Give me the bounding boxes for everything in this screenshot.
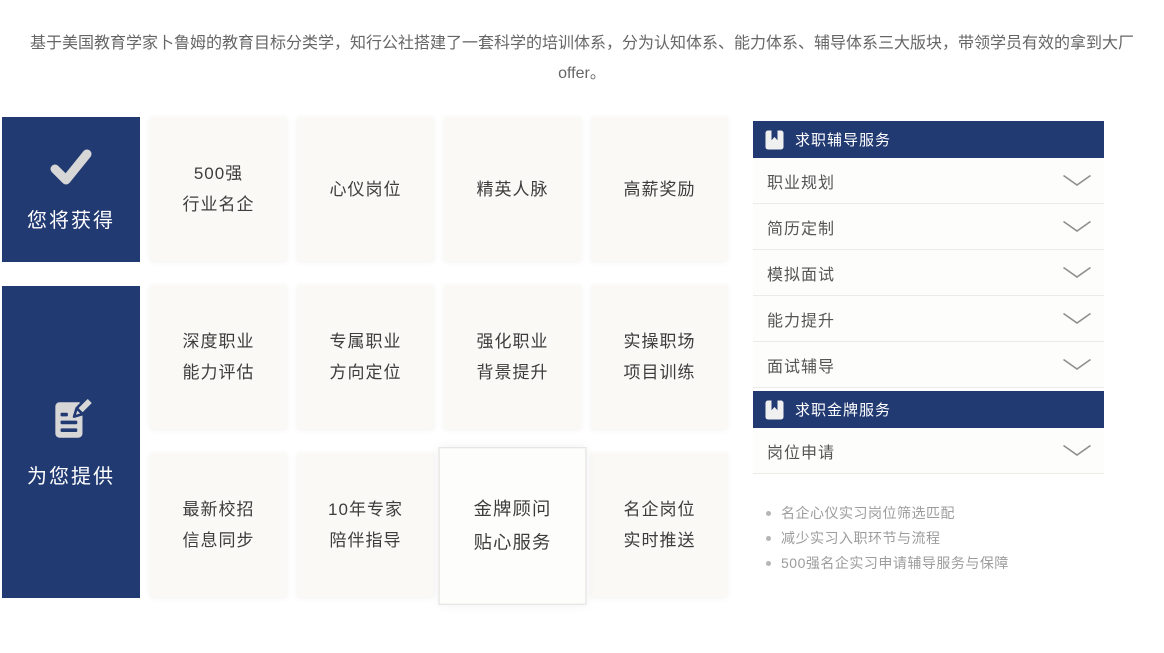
panel-label: 为您提供 <box>27 460 115 489</box>
section-header-gold-services: 求职金牌服务 <box>753 391 1104 428</box>
chevron-down-icon <box>1062 358 1092 371</box>
feature-bullet: 名企心仪实习岗位筛选匹配 <box>766 501 1104 526</box>
benefit-card-label: 强化职业 背景提升 <box>477 326 549 388</box>
benefit-card: 实操职场 项目训练 <box>591 285 728 429</box>
benefit-card: 强化职业 背景提升 <box>444 285 581 429</box>
left-label-column: 您将获得 为您提供 <box>2 117 140 598</box>
benefit-card-highlighted: 金牌顾问 贴心服务 <box>439 447 587 605</box>
chevron-down-icon <box>1062 220 1092 233</box>
chevron-down-icon <box>1062 266 1092 279</box>
benefit-card-grid: 500强 行业名企 心仪岗位 精英人脉 高薪奖励 深度职业 能力评估 专属职业 … <box>150 117 728 599</box>
service-feature-list: 名企心仪实习岗位筛选匹配 减少实习入职环节与流程 500强名企实习申请辅导服务与… <box>766 501 1104 576</box>
section-title: 求职辅导服务 <box>795 129 891 150</box>
accordion-item-label: 面试辅导 <box>767 353 835 377</box>
benefit-card: 高薪奖励 <box>591 117 728 261</box>
check-icon <box>47 147 95 192</box>
chevron-down-icon <box>1062 444 1092 457</box>
accordion-item-mock-interview[interactable]: 模拟面试 <box>753 250 1104 296</box>
accordion-item-label: 能力提升 <box>767 307 835 331</box>
edit-document-icon <box>48 395 94 448</box>
section-title: 求职金牌服务 <box>795 399 891 420</box>
bookmark-icon <box>765 400 784 420</box>
benefit-card-label: 深度职业 能力评估 <box>183 326 255 388</box>
section-header-coaching-services: 求职辅导服务 <box>753 121 1104 158</box>
benefit-card: 最新校招 信息同步 <box>150 453 287 597</box>
panel-label: 您将获得 <box>27 204 115 233</box>
benefit-card: 500强 行业名企 <box>150 117 287 261</box>
accordion-item-interview-coaching[interactable]: 面试辅导 <box>753 342 1104 388</box>
benefit-card-label: 心仪岗位 <box>330 174 402 205</box>
panel-we-provide: 为您提供 <box>2 286 140 598</box>
benefit-card: 精英人脉 <box>444 117 581 261</box>
chevron-down-icon <box>1062 312 1092 325</box>
benefit-card-label: 实操职场 项目训练 <box>624 326 696 388</box>
accordion-item-resume-customization[interactable]: 简历定制 <box>753 204 1104 250</box>
benefit-card-label: 专属职业 方向定位 <box>330 326 402 388</box>
benefit-card: 名企岗位 实时推送 <box>591 453 728 597</box>
feature-bullet: 500强名企实习申请辅导服务与保障 <box>766 551 1104 576</box>
benefit-card: 心仪岗位 <box>297 117 434 261</box>
benefit-card: 10年专家 陪伴指导 <box>297 453 434 597</box>
accordion-item-label: 岗位申请 <box>767 439 835 463</box>
benefit-card-label: 金牌顾问 贴心服务 <box>474 493 552 560</box>
benefit-card-label: 精英人脉 <box>477 174 549 205</box>
benefit-card: 专属职业 方向定位 <box>297 285 434 429</box>
feature-bullet: 减少实习入职环节与流程 <box>766 526 1104 551</box>
benefit-card: 深度职业 能力评估 <box>150 285 287 429</box>
panel-you-will-get: 您将获得 <box>2 117 140 262</box>
accordion-item-ability-improvement[interactable]: 能力提升 <box>753 296 1104 342</box>
services-sidebar: 求职辅导服务 职业规划 简历定制 模拟面试 能力提升 <box>753 121 1104 576</box>
benefit-card-label: 最新校招 信息同步 <box>183 494 255 556</box>
benefit-card-label: 500强 行业名企 <box>183 158 255 220</box>
accordion-item-job-application[interactable]: 岗位申请 <box>753 428 1104 474</box>
accordion-item-label: 模拟面试 <box>767 261 835 285</box>
intro-text: 基于美国教育学家卜鲁姆的教育目标分类学，知行公社搭建了一套科学的培训体系，分为认… <box>16 29 1148 89</box>
accordion-item-label: 职业规划 <box>767 169 835 193</box>
benefit-card-label: 名企岗位 实时推送 <box>624 494 696 556</box>
accordion-item-label: 简历定制 <box>767 215 835 239</box>
bookmark-icon <box>765 130 784 150</box>
benefit-card-label: 高薪奖励 <box>624 174 696 205</box>
accordion-item-career-planning[interactable]: 职业规划 <box>753 158 1104 204</box>
training-system-section: 您将获得 为您提供 500强 行业名企 <box>2 117 1164 599</box>
chevron-down-icon <box>1062 174 1092 187</box>
benefit-card-label: 10年专家 陪伴指导 <box>328 494 403 556</box>
